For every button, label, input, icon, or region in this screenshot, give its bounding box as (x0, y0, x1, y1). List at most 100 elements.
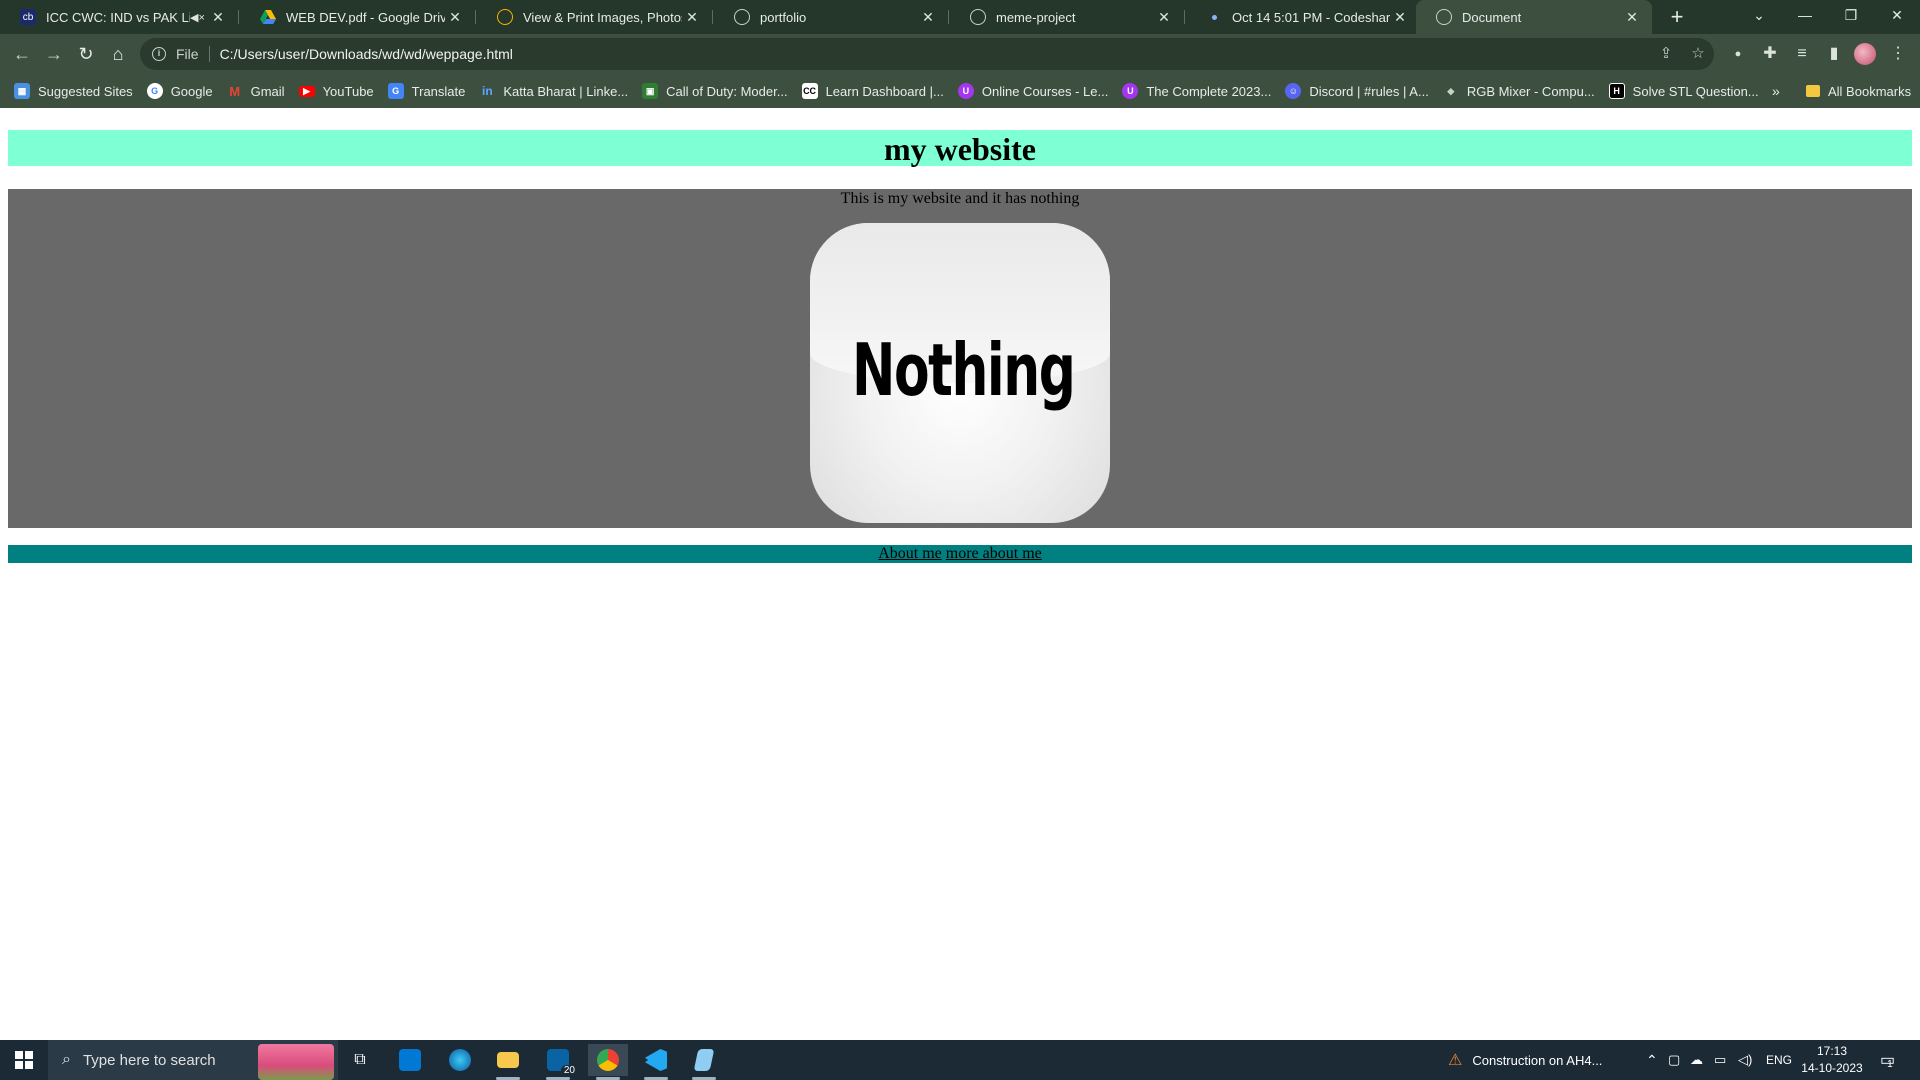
bookmark-online-courses[interactable]: U Online Courses - Le... (957, 83, 1108, 99)
bookmark-label: Suggested Sites (38, 83, 133, 99)
close-icon[interactable]: ✕ (1390, 9, 1410, 26)
onedrive-cloud-icon[interactable]: ☁ (1690, 1040, 1703, 1080)
linkedin-icon: in (482, 84, 493, 98)
meet-now-icon[interactable]: ▢ (1668, 1040, 1680, 1080)
translate-icon: G (387, 83, 404, 99)
cc-icon: CC (801, 83, 818, 99)
tab-google-drive[interactable]: WEB DEV.pdf - Google Drive ✕ (240, 0, 475, 34)
speaker-muted-icon[interactable]: ◀× (190, 11, 208, 24)
tab-codeshare[interactable]: Oct 14 5:01 PM - Codeshare ✕ (1186, 0, 1420, 34)
address-bar[interactable]: i File C:/Users/user/Downloads/wd/wd/wep… (140, 38, 1714, 70)
bookmark-youtube[interactable]: ▶ YouTube (298, 84, 374, 99)
tab-meme-project[interactable]: meme-project ✕ (950, 0, 1184, 34)
new-tab-button[interactable]: + (1662, 2, 1692, 32)
notification-count: 1 (1887, 1058, 1893, 1070)
window-close-button[interactable]: ✕ (1874, 0, 1920, 30)
bookmark-call-of-duty[interactable]: ▣ Call of Duty: Moder... (642, 83, 788, 99)
taskbar-search-box[interactable]: ⌕ Type here to search (48, 1040, 338, 1080)
bookmark-google[interactable]: G Google (146, 83, 213, 99)
tab-cricket[interactable]: cb ICC CWC: IND vs PAK Live s ◀× ✕ (0, 0, 238, 34)
bookmark-label: The Complete 2023... (1146, 83, 1272, 99)
close-icon[interactable]: ✕ (1622, 9, 1642, 26)
side-panel-icon[interactable]: ▮ (1820, 40, 1848, 68)
tab-separator (712, 10, 713, 24)
extension-dot-icon[interactable]: ● (1724, 40, 1752, 68)
start-button[interactable] (0, 1040, 48, 1080)
about-me-link[interactable]: About me (878, 545, 942, 562)
web-page: my website This is my website and it has… (0, 108, 1920, 1040)
show-hidden-icons-chevron-icon[interactable]: ⌃ (1646, 1040, 1658, 1080)
microsoft-store-icon[interactable] (390, 1044, 430, 1076)
close-icon[interactable]: ✕ (918, 9, 938, 26)
taskbar-clock[interactable]: 17:13 14-10-2023 (1792, 1043, 1872, 1077)
kebab-menu-icon[interactable]: ⋮ (1884, 40, 1912, 68)
bookmark-label: Call of Duty: Moder... (666, 83, 788, 99)
minimize-button[interactable]: — (1782, 0, 1828, 30)
main-content: This is my website and it has nothing No… (8, 189, 1912, 528)
bookmark-gmail[interactable]: M Gmail (227, 83, 284, 99)
all-bookmarks-button[interactable]: All Bookmarks (1806, 74, 1911, 108)
mail-icon[interactable]: 20 (538, 1044, 578, 1080)
more-about-me-link[interactable]: more about me (946, 545, 1042, 562)
network-icon[interactable]: ▭ (1714, 1040, 1726, 1080)
close-icon[interactable]: ✕ (1154, 9, 1174, 26)
udemy-icon: U (957, 83, 974, 99)
logo-word: Nothing (852, 328, 1076, 412)
close-icon[interactable]: ✕ (682, 9, 702, 26)
bookmark-star-icon[interactable]: ☆ (1684, 38, 1712, 70)
edge-browser-icon[interactable] (440, 1044, 480, 1076)
bookmark-linkedin[interactable]: in Katta Bharat | Linke... (479, 83, 628, 99)
reload-icon[interactable]: ↻ (72, 40, 100, 68)
url-text[interactable]: C:/Users/user/Downloads/wd/wd/weppage.ht… (220, 46, 513, 62)
chrome-icon[interactable] (588, 1044, 628, 1080)
info-icon[interactable]: i (152, 47, 166, 61)
mail-badge: 20 (560, 1065, 578, 1076)
globe-icon (1436, 9, 1452, 25)
discord-icon: ☺ (1285, 83, 1302, 99)
bookmark-suggested-sites[interactable]: ▦ Suggested Sites (14, 83, 133, 99)
volume-icon[interactable]: ◁) (1738, 1040, 1752, 1080)
share-icon[interactable]: ⇪ (1652, 38, 1680, 70)
clock-date: 14-10-2023 (1801, 1061, 1863, 1075)
bookmark-label: Discord | #rules | A... (1309, 83, 1429, 99)
tab-title: portfolio (760, 9, 807, 25)
game-icon: ▣ (642, 83, 659, 99)
language-indicator[interactable]: ENG (1766, 1040, 1792, 1080)
tab-view-print[interactable]: View & Print Images, Photos or ✕ (477, 0, 712, 34)
close-icon[interactable]: ✕ (208, 9, 228, 26)
bookmarks-overflow-chevron-icon[interactable]: » (1772, 74, 1780, 108)
home-icon[interactable]: ⌂ (104, 40, 132, 68)
bookmark-learn-dashboard[interactable]: CC Learn Dashboard |... (801, 83, 944, 99)
tab-search-chevron-icon[interactable]: ⌄ (1736, 0, 1782, 30)
extensions-puzzle-icon[interactable]: ✚ (1756, 40, 1784, 68)
bookmark-solve-stl[interactable]: H Solve STL Question... (1608, 83, 1759, 99)
bookmark-complete-2023[interactable]: U The Complete 2023... (1122, 83, 1271, 99)
bookmark-translate[interactable]: G Translate (387, 83, 465, 99)
media-control-icon[interactable]: ≡ (1788, 40, 1816, 68)
bookmark-rgb-mixer[interactable]: ◆ RGB Mixer - Compu... (1443, 83, 1594, 99)
close-icon[interactable]: ✕ (445, 9, 465, 26)
nothing-logo-image: Nothing (810, 223, 1110, 523)
page-title: my website (884, 131, 1036, 167)
restore-button[interactable]: ❐ (1828, 0, 1874, 30)
cricket-site-icon: cb (20, 9, 36, 25)
notepad-icon[interactable] (684, 1044, 724, 1080)
weather-text: Construction on AH4... (1472, 1052, 1603, 1068)
file-explorer-icon[interactable] (488, 1044, 528, 1080)
tab-portfolio[interactable]: portfolio ✕ (714, 0, 948, 34)
bookmark-discord[interactable]: ☺ Discord | #rules | A... (1285, 83, 1429, 99)
back-arrow-icon[interactable]: ← (8, 40, 36, 68)
notification-center-icon[interactable]: ▭ 1 (1880, 1040, 1895, 1080)
tab-title: Document (1462, 9, 1522, 25)
youtube-icon: ▶ (298, 85, 315, 97)
url-scheme-label: File (176, 46, 210, 62)
weather-widget[interactable]: ⚠ Construction on AH4... (1448, 1040, 1602, 1080)
forward-arrow-icon[interactable]: → (40, 40, 68, 68)
profile-avatar[interactable] (1854, 43, 1876, 65)
tab-document[interactable]: Document ✕ (1416, 0, 1652, 34)
bookmark-label: Google (170, 83, 213, 99)
task-view-icon[interactable]: ⧉ (340, 1044, 380, 1076)
vscode-icon[interactable] (636, 1044, 676, 1080)
all-bookmarks-label: All Bookmarks (1828, 83, 1912, 99)
tab-separator (1184, 10, 1185, 24)
